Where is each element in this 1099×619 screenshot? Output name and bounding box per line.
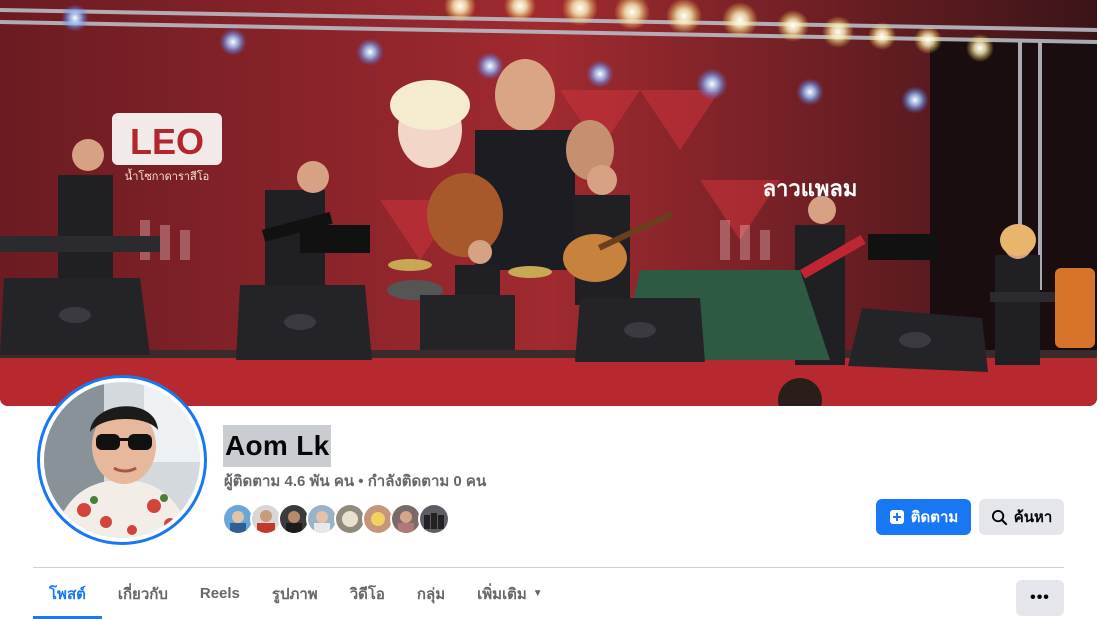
tab-reels[interactable]: Reels	[184, 568, 256, 619]
search-button-label: ค้นหา	[1013, 509, 1053, 526]
tab-label: รูปภาพ	[271, 585, 318, 603]
search-button[interactable]: ค้นหา	[979, 499, 1064, 535]
tab-about[interactable]: เกี่ยวกับ	[102, 568, 184, 619]
follower-avatars[interactable]	[222, 503, 450, 535]
chevron-down-icon: ▼	[532, 588, 543, 599]
tab-label: Reels	[199, 585, 240, 602]
tab-videos[interactable]: วิดีโอ	[334, 568, 401, 619]
tab-label: วิดีโอ	[349, 585, 385, 603]
tab-photos[interactable]: รูปภาพ	[256, 568, 334, 619]
tab-label: โพสต์	[49, 585, 86, 603]
follower-avatar[interactable]	[418, 503, 450, 535]
tab-posts[interactable]: โพสต์	[33, 568, 102, 619]
tab-label: เพิ่มเติม	[477, 585, 527, 603]
more-options-label: •••	[1030, 589, 1050, 606]
follow-button-label: ติดตาม	[910, 509, 959, 526]
profile-avatar[interactable]	[37, 375, 207, 545]
tab-more[interactable]: เพิ่มเติม ▼	[461, 568, 559, 619]
search-icon	[991, 509, 1007, 525]
profile-tabs: โพสต์ เกี่ยวกับ Reels รูปภาพ วิดีโอ กลุ่…	[33, 568, 559, 619]
banner-logo-text: ลาวแพลม	[763, 177, 858, 202]
banner-brand-text: LEO	[130, 121, 204, 162]
add-friend-icon	[889, 510, 904, 524]
more-options-button[interactable]: •••	[1016, 580, 1064, 616]
follow-button[interactable]: ติดตาม	[876, 499, 971, 535]
banner-tagline-text: น้ำโซกาดาราสีโอ	[125, 168, 210, 183]
cover-photo[interactable]: LEO น้ำโซกาดาราสีโอ ลาวแพลม	[0, 0, 1097, 406]
cover-photo-image: LEO น้ำโซกาดาราสีโอ ลาวแพลม	[0, 0, 1097, 406]
profile-name: Aom Lk	[223, 425, 332, 467]
profile-photo	[44, 382, 200, 538]
follower-stats[interactable]: ผู้ติดตาม 4.6 พัน คน • กำลังติดตาม 0 คน	[224, 473, 486, 491]
tab-groups[interactable]: กลุ่ม	[401, 568, 461, 619]
tab-label: กลุ่ม	[416, 585, 446, 603]
tab-label: เกี่ยวกับ	[117, 585, 168, 603]
